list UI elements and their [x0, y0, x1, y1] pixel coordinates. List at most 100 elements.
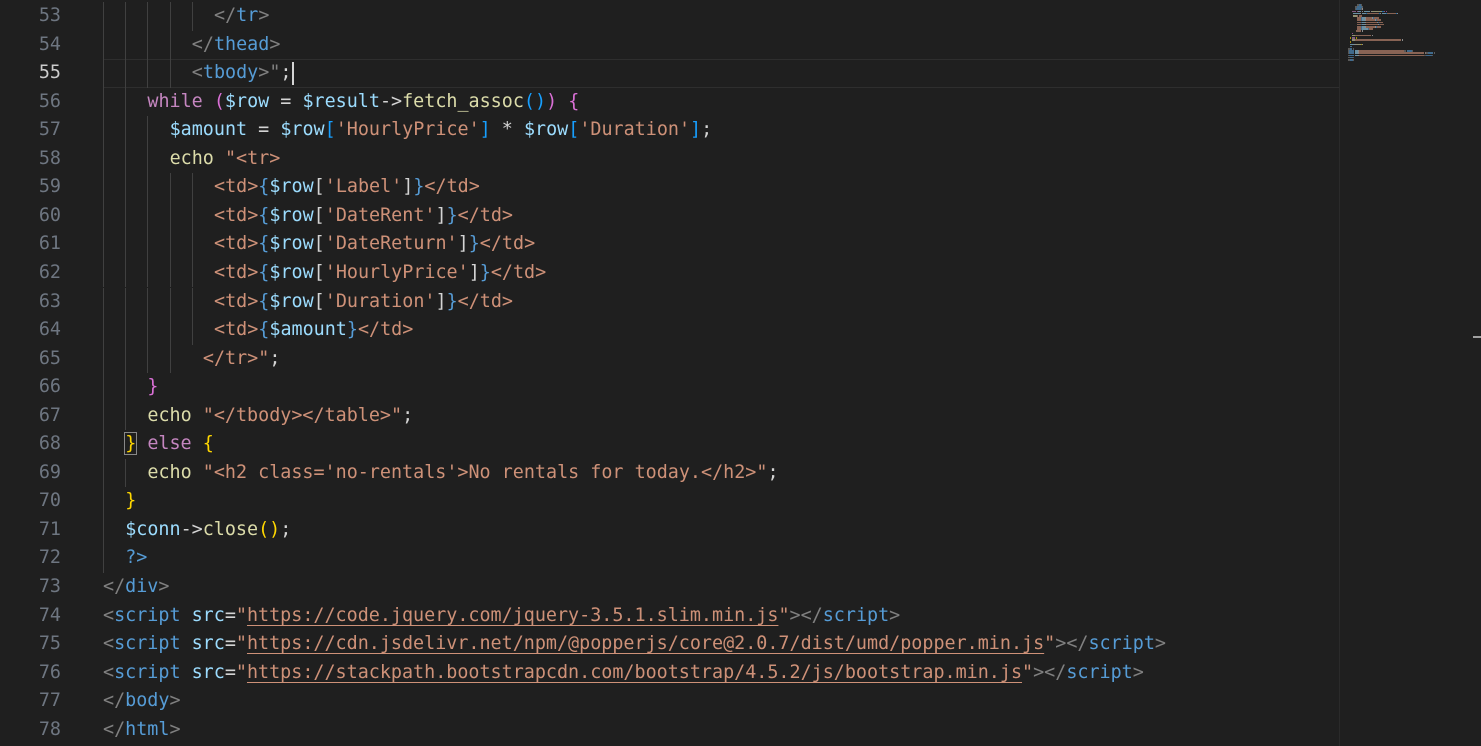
code-line[interactable]: $amount = $row['HourlyPrice'] * $row['Du… [170, 116, 713, 145]
line-number: 66 [38, 376, 61, 398]
code-line[interactable]: </html> [103, 716, 181, 745]
code-token: { [258, 261, 270, 283]
code-line[interactable]: echo "<h2 class='no-rentals'>No rentals … [147, 459, 778, 488]
code-line[interactable]: <td>{$row['DateRent']}</td> [214, 202, 513, 231]
line-number: 63 [38, 290, 61, 312]
code-token: echo [147, 404, 192, 426]
code-line[interactable]: </tr>"; [203, 345, 281, 374]
code-token: ; [269, 347, 281, 369]
code-token: " [235, 661, 247, 683]
code-token: script [1088, 633, 1155, 655]
code-token: ; [402, 404, 414, 426]
indent-guide [103, 144, 104, 174]
code-token: https://cdn.jsdelivr.net/npm/@popperjs/c… [246, 633, 1045, 655]
code-token: tbody [202, 62, 259, 84]
code-line[interactable]: <td>{$amount}</td> [214, 316, 413, 345]
code-token: https://code.jquery.com/jquery-3.5.1.sli… [246, 604, 779, 626]
indent-guide [125, 258, 127, 288]
indent-guide [169, 344, 171, 374]
indent-guide [103, 373, 104, 402]
code-token: ; [701, 119, 713, 141]
code-token: </tr>" [202, 347, 270, 369]
code-token: <td> [214, 233, 259, 255]
line-number: 78 [38, 718, 61, 740]
code-token: > [1132, 661, 1144, 683]
indent-guide [103, 316, 104, 345]
code-line[interactable]: <td>{$row['Duration']}</td> [214, 288, 513, 317]
code-token: [ [313, 176, 325, 198]
code-token: ] [402, 176, 414, 198]
code-token: = [224, 604, 236, 626]
code-token: } [125, 490, 137, 512]
code-token: = [224, 633, 236, 655]
indent-guide [103, 515, 104, 545]
code-line[interactable]: $conn->close(); [125, 516, 291, 545]
code-line[interactable]: <script src="https://code.jquery.com/jqu… [103, 602, 900, 631]
indent-guide [147, 316, 149, 345]
code-line[interactable]: } [125, 487, 136, 516]
code-token: { [258, 290, 270, 312]
line-number: 72 [38, 547, 61, 569]
code-token: " [1022, 661, 1034, 683]
code-token: < [103, 661, 115, 683]
code-token: ; [280, 518, 292, 540]
indent-guide [125, 287, 127, 317]
indent-guide [103, 487, 104, 516]
code-token: < [103, 604, 115, 626]
indent-guide [147, 287, 149, 317]
code-line[interactable]: } else { [124, 430, 214, 459]
indent-guide [147, 201, 149, 231]
indent-guide [169, 201, 171, 231]
code-token: $amount [169, 119, 248, 141]
minimap-token [1361, 30, 1363, 32]
code-line[interactable]: </body> [103, 687, 181, 716]
code-token: [ [313, 233, 325, 255]
code-line[interactable]: } [147, 373, 158, 402]
indent-guide [169, 2, 171, 31]
code-token: () [523, 90, 547, 112]
code-area[interactable]: </tr> </thead> <tbody>"; while ($row = $res… [103, 0, 1339, 746]
code-token: script [114, 661, 181, 683]
code-token: script [114, 633, 181, 655]
code-line[interactable]: </div> [103, 573, 169, 602]
code-line[interactable]: <td>{$row['DateReturn']}</td> [214, 230, 535, 259]
minimap-token [1353, 59, 1355, 61]
line-number: 53 [38, 5, 61, 26]
code-line[interactable]: ?> [125, 544, 147, 573]
minimap[interactable] [1339, 0, 1468, 746]
minimap-token [1386, 12, 1396, 15]
vertical-scrollbar[interactable] [1467, 0, 1481, 746]
code-line[interactable]: <script src="https://stackpath.bootstrap… [103, 659, 1144, 688]
code-token: script [1066, 661, 1133, 683]
indent-guide [169, 230, 171, 259]
code-editor[interactable]: 53 54 55 56 57 58 59 60 61 62 63 64 65 66 67 68 69 70 71 72… [0, 0, 1481, 746]
line-number: 73 [38, 576, 61, 597]
code-token: > [169, 690, 181, 712]
code-line[interactable]: echo "</tbody></table>"; [147, 402, 413, 431]
indent-guide [191, 201, 193, 231]
indent-guide [147, 230, 149, 259]
code-token: $row [269, 290, 314, 312]
line-number-gutter[interactable]: 53 54 55 56 57 58 59 60 61 62 63 64 65 66 67 68 69 70 71 72… [0, 0, 80, 746]
code-token: ] [457, 233, 469, 255]
code-line[interactable]: </tr> [214, 2, 269, 31]
code-line[interactable]: <td>{$row['Label']}</td> [214, 173, 480, 202]
code-line[interactable]: while ($row = $result->fetch_assoc()) { [147, 88, 579, 117]
code-line[interactable]: </thead> [192, 31, 281, 60]
code-line[interactable]: <tbody>"; [192, 59, 292, 88]
code-token: [ [324, 119, 336, 141]
code-token: <tr> [236, 147, 281, 169]
minimap-token [1402, 39, 1403, 41]
line-number: 55 [38, 62, 61, 84]
code-token: < [191, 62, 203, 84]
code-line[interactable]: <td>{$row['HourlyPrice']}</td> [214, 259, 546, 288]
indent-guide [103, 2, 104, 31]
code-token: </ [103, 576, 126, 597]
code-line[interactable]: echo "<tr> [170, 145, 281, 174]
minimap-token [1355, 39, 1402, 41]
code-line[interactable]: <script src="https://cdn.jsdelivr.net/np… [103, 630, 1166, 659]
code-token: 'DateRent' [324, 204, 436, 226]
indent-guide [103, 201, 104, 231]
code-token: ( [213, 90, 225, 112]
